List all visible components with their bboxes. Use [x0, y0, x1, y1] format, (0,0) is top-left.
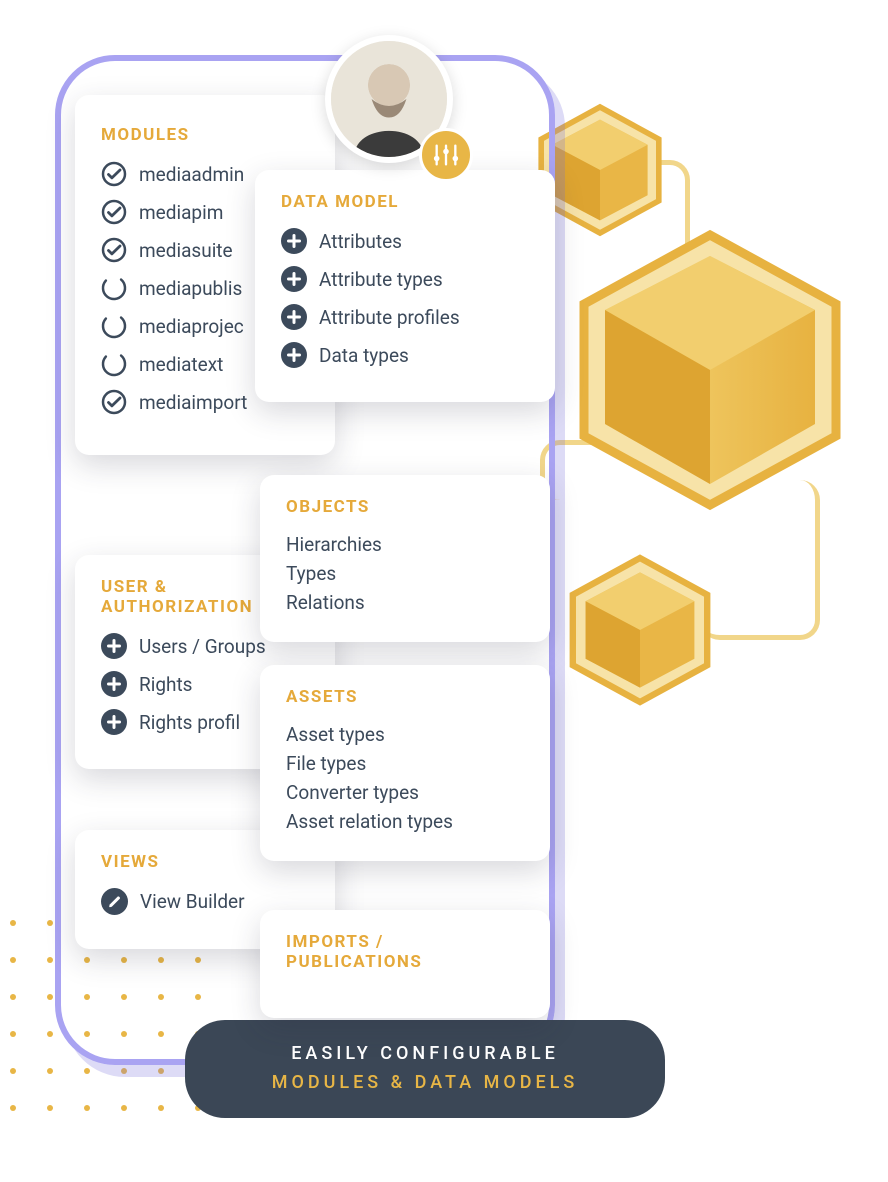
item-label: Hierarchies: [286, 533, 382, 556]
settings-sliders-icon[interactable]: [419, 128, 473, 182]
list-item[interactable]: Relations: [286, 591, 524, 614]
check-icon: [101, 313, 127, 339]
objects-list: Hierarchies Types Relations: [286, 533, 524, 614]
tagline-line2: MODULES & DATA MODELS: [215, 1069, 635, 1098]
list-item[interactable]: Attribute types: [281, 266, 529, 292]
data-model-title: DATA MODEL: [281, 192, 529, 212]
list-item[interactable]: Attributes: [281, 228, 529, 254]
check-icon: [101, 237, 127, 263]
list-item[interactable]: Asset types: [286, 723, 524, 746]
item-label: Rights: [139, 673, 192, 696]
module-label: mediasuite: [139, 239, 233, 262]
pencil-icon: [101, 888, 128, 915]
item-label: Asset relation types: [286, 810, 453, 833]
list-item[interactable]: Hierarchies: [286, 533, 524, 556]
item-label: File types: [286, 752, 366, 775]
cube-icon-large: [560, 220, 860, 524]
item-label: Rights profil: [139, 711, 240, 734]
item-label: Users / Groups: [139, 635, 266, 658]
plus-icon: [281, 304, 307, 330]
modules-title: MODULES: [101, 125, 309, 145]
plus-icon: [101, 709, 127, 735]
check-icon: [101, 389, 127, 415]
tagline-line1: EASILY CONFIGURABLE: [291, 1043, 559, 1064]
item-label: Attribute types: [319, 268, 443, 291]
imports-title: IMPORTS / PUBLICATIONS: [286, 932, 524, 972]
module-label: mediaprojec: [139, 315, 244, 338]
list-item[interactable]: Types: [286, 562, 524, 585]
objects-title: OBJECTS: [286, 497, 524, 517]
plus-icon: [281, 342, 307, 368]
tagline-banner: EASILY CONFIGURABLE MODULES & DATA MODEL…: [185, 1020, 665, 1118]
plus-icon: [281, 266, 307, 292]
check-icon: [101, 275, 127, 301]
data-model-card: DATA MODEL Attributes Attribute types At…: [255, 170, 555, 402]
assets-list: Asset types File types Converter types A…: [286, 723, 524, 833]
item-label: Types: [286, 562, 336, 585]
module-label: mediaimport: [139, 391, 247, 414]
module-label: mediatext: [139, 353, 223, 376]
list-item[interactable]: Asset relation types: [286, 810, 524, 833]
module-label: mediapublis: [139, 277, 242, 300]
list-item[interactable]: Data types: [281, 342, 529, 368]
data-model-list: Attributes Attribute types Attribute pro…: [281, 228, 529, 368]
list-item[interactable]: Converter types: [286, 781, 524, 804]
item-label: Asset types: [286, 723, 385, 746]
assets-title: ASSETS: [286, 687, 524, 707]
plus-icon: [101, 633, 127, 659]
item-label: Attribute profiles: [319, 306, 460, 329]
cube-icon-small: [560, 550, 720, 714]
module-label: mediaadmin: [139, 163, 244, 186]
item-label: Attributes: [319, 230, 402, 253]
item-label: Converter types: [286, 781, 419, 804]
objects-card: OBJECTS Hierarchies Types Relations: [260, 475, 550, 642]
module-label: mediapim: [139, 201, 223, 224]
list-item[interactable]: File types: [286, 752, 524, 775]
list-item[interactable]: Attribute profiles: [281, 304, 529, 330]
item-label: View Builder: [140, 890, 245, 913]
item-label: Relations: [286, 591, 365, 614]
check-icon: [101, 199, 127, 225]
check-icon: [101, 161, 127, 187]
assets-card: ASSETS Asset types File types Converter …: [260, 665, 550, 861]
imports-card: IMPORTS / PUBLICATIONS: [260, 910, 550, 1018]
plus-icon: [101, 671, 127, 697]
plus-icon: [281, 228, 307, 254]
check-icon: [101, 351, 127, 377]
item-label: Data types: [319, 344, 409, 367]
